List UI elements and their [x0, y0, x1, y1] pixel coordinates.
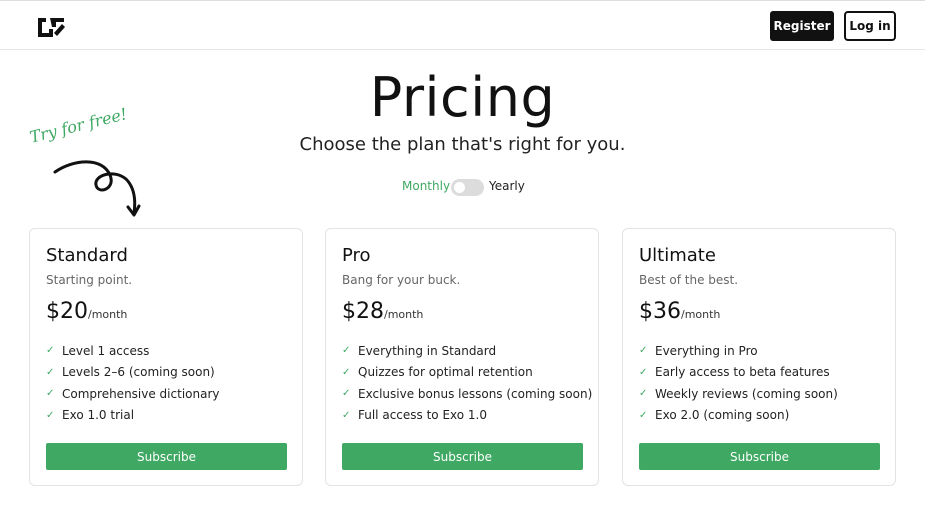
feature-item: ✓ Everything in Standard [342, 340, 592, 362]
plan-price: $36/month [639, 299, 720, 324]
check-icon: ✓ [46, 388, 55, 400]
check-icon: ✓ [639, 345, 648, 357]
feature-label: Exo 1.0 trial [62, 408, 135, 423]
top-navigation-bar: Register Log in [0, 0, 925, 50]
login-button[interactable]: Log in [844, 11, 896, 41]
feature-item: ✓ Comprehensive dictionary [46, 383, 219, 405]
toggle-knob [454, 182, 465, 193]
subscribe-ultimate-button[interactable]: Subscribe [639, 443, 880, 470]
check-icon: ✓ [342, 388, 351, 400]
feature-item: ✓ Level 1 access [46, 340, 219, 362]
plan-tagline: Starting point. [46, 273, 133, 287]
plan-price: $28/month [342, 299, 423, 324]
yearly-option-label[interactable]: Yearly [489, 179, 525, 193]
plan-card-pro: Pro Bang for your buck. $28/month ✓ Every… [325, 228, 599, 486]
check-icon: ✓ [46, 345, 55, 357]
feature-label: Quizzes for optimal retention [358, 365, 533, 380]
price-amount: $28 [342, 299, 384, 324]
check-icon: ✓ [342, 345, 351, 357]
feature-item: ✓ Exo 2.0 (coming soon) [639, 405, 838, 427]
feature-label: Level 1 access [62, 343, 150, 358]
feature-list: ✓ Everything in Standard ✓ Quizzes for opt… [342, 340, 592, 426]
price-amount: $36 [639, 299, 681, 324]
feature-label: Everything in Standard [358, 343, 497, 358]
feature-label: Exclusive bonus lessons (coming soon) [358, 386, 593, 401]
subscribe-standard-button[interactable]: Subscribe [46, 443, 287, 470]
billing-period-toggle: Monthly Yearly [0, 177, 925, 197]
feature-item: ✓ Everything in Pro [639, 340, 838, 362]
check-icon: ✓ [342, 366, 351, 378]
feature-item: ✓ Weekly reviews (coming soon) [639, 383, 838, 405]
check-icon: ✓ [639, 388, 648, 400]
plan-name: Standard [46, 245, 128, 266]
check-icon: ✓ [639, 409, 648, 421]
monthly-option-label[interactable]: Monthly [402, 179, 450, 193]
plan-tagline: Bang for your buck. [342, 273, 461, 287]
check-icon: ✓ [46, 409, 55, 421]
plan-tagline: Best of the best. [639, 273, 739, 287]
feature-label: Exo 2.0 (coming soon) [655, 408, 790, 423]
plan-card-standard: Standard Starting point. $20/month ✓ Leve… [29, 228, 303, 486]
feature-item: ✓ Exclusive bonus lessons (coming soon) [342, 383, 592, 405]
check-icon: ✓ [46, 366, 55, 378]
page-title: Pricing [369, 66, 556, 129]
feature-list: ✓ Everything in Pro ✓ Early access to beta… [639, 340, 838, 426]
billing-toggle-switch[interactable] [451, 179, 484, 196]
page-subtitle: Choose the plan that's right for you. [299, 134, 626, 155]
subscribe-pro-button[interactable]: Subscribe [342, 443, 583, 470]
plan-name: Ultimate [639, 245, 716, 266]
register-button[interactable]: Register [770, 11, 834, 41]
feature-label: Everything in Pro [655, 343, 758, 358]
feature-item: ✓ Quizzes for optimal retention [342, 362, 592, 384]
feature-label: Weekly reviews (coming soon) [655, 386, 838, 401]
plan-name: Pro [342, 245, 371, 266]
price-period: /month [88, 308, 128, 321]
brand-logo-icon[interactable] [36, 15, 66, 37]
feature-item: ✓ Full access to Exo 1.0 [342, 405, 592, 427]
price-period: /month [384, 308, 424, 321]
price-period: /month [681, 308, 721, 321]
feature-label: Full access to Exo 1.0 [358, 408, 487, 423]
feature-label: Early access to beta features [655, 365, 830, 380]
price-amount: $20 [46, 299, 88, 324]
feature-item: ✓ Exo 1.0 trial [46, 405, 219, 427]
feature-list: ✓ Level 1 access ✓ Levels 2–6 (coming soon… [46, 340, 219, 426]
plan-price: $20/month [46, 299, 127, 324]
feature-item: ✓ Early access to beta features [639, 362, 838, 384]
plan-card-ultimate: Ultimate Best of the best. $36/month ✓ Ev… [622, 228, 896, 486]
feature-label: Comprehensive dictionary [62, 386, 220, 401]
feature-item: ✓ Levels 2–6 (coming soon) [46, 362, 219, 384]
feature-label: Levels 2–6 (coming soon) [62, 365, 215, 380]
check-icon: ✓ [639, 366, 648, 378]
check-icon: ✓ [342, 409, 351, 421]
